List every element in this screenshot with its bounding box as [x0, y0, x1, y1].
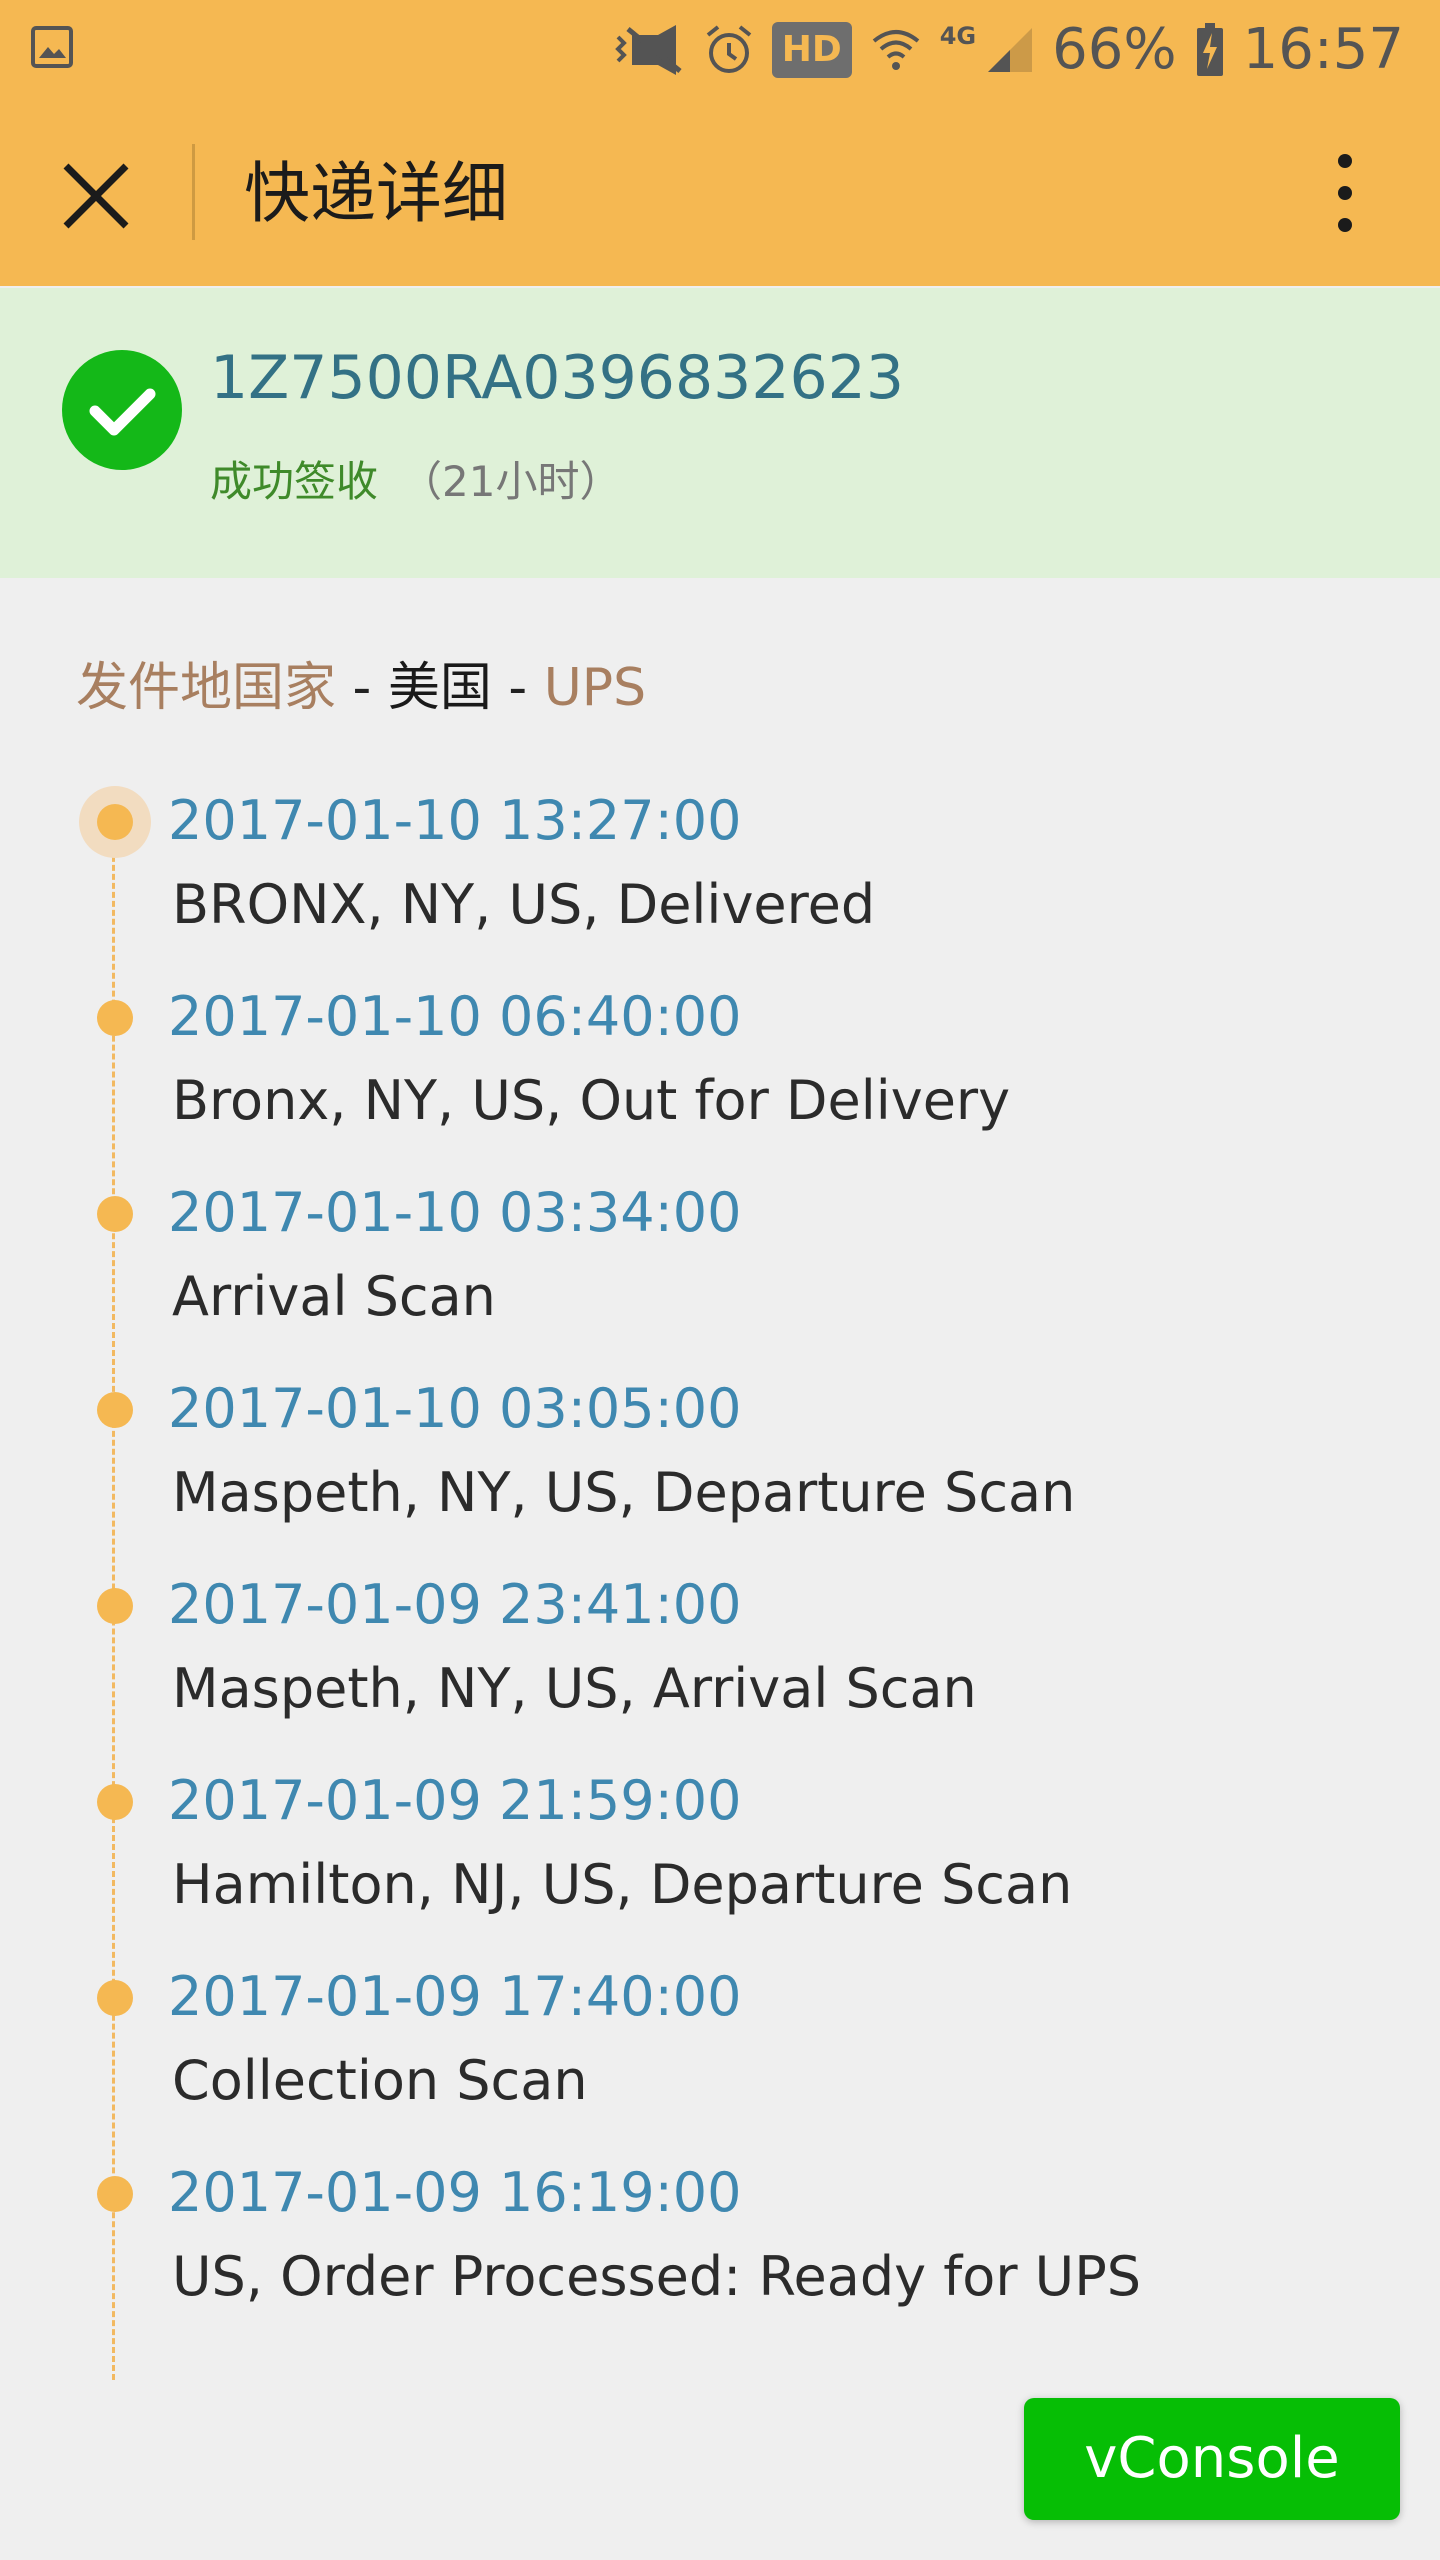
signal-icon — [988, 28, 1033, 72]
timeline-event: 2017-01-09 16:19:00 US, Order Processed:… — [0, 2152, 1440, 2348]
vibrate-icon — [614, 25, 682, 75]
event-time: 2017-01-10 03:34:00 — [168, 1181, 742, 1244]
event-description: Bronx, NY, US, Out for Delivery — [172, 1069, 1011, 1132]
event-time: 2017-01-09 21:59:00 — [168, 1769, 742, 1832]
event-description: US, Order Processed: Ready for UPS — [172, 2245, 1142, 2308]
page-title: 快递详细 — [244, 155, 508, 232]
timeline-dot — [97, 1196, 133, 1232]
timeline-dot — [97, 1980, 133, 2016]
origin-separator: - — [491, 658, 544, 718]
clock: 16:57 — [1242, 17, 1404, 82]
check-circle-icon — [62, 350, 182, 470]
app-header: HD 4G 66% 16:57 快递详细 — [0, 0, 1440, 286]
origin-label: 发件地国家 — [76, 658, 337, 718]
battery-charging-icon — [1196, 23, 1223, 76]
wifi-icon — [872, 30, 920, 70]
event-time: 2017-01-10 06:40:00 — [168, 985, 742, 1048]
timeline-event: 2017-01-09 21:59:00 Hamilton, NJ, US, De… — [0, 1760, 1440, 1956]
battery-percent: 66% — [1052, 17, 1177, 82]
delivery-duration: （21小时） — [400, 457, 622, 506]
delivery-status-banner: 1Z7500RA0396832623 成功签收 （21小时） — [0, 288, 1440, 578]
delivery-status: 成功签收 （21小时） — [210, 454, 621, 510]
timeline-dot — [97, 1392, 133, 1428]
timeline-dot — [97, 2176, 133, 2212]
event-time: 2017-01-09 23:41:00 — [168, 1573, 742, 1636]
timeline-dot-current — [97, 804, 133, 840]
nav-divider — [192, 144, 195, 240]
timeline-event: 2017-01-10 03:34:00 Arrival Scan — [0, 1172, 1440, 1368]
event-description: BRONX, NY, US, Delivered — [172, 873, 876, 936]
timeline-event: 2017-01-09 23:41:00 Maspeth, NY, US, Arr… — [0, 1564, 1440, 1760]
event-time: 2017-01-09 16:19:00 — [168, 2161, 742, 2224]
timeline-dot — [97, 1000, 133, 1036]
close-icon[interactable] — [58, 158, 134, 234]
event-description: Maspeth, NY, US, Arrival Scan — [172, 1657, 977, 1720]
timeline-dot — [97, 1784, 133, 1820]
event-description: Hamilton, NJ, US, Departure Scan — [172, 1853, 1073, 1916]
timeline-event: 2017-01-10 13:27:00 BRONX, NY, US, Deliv… — [0, 780, 1440, 976]
status-text: 成功签收 — [210, 457, 379, 506]
timeline-event: 2017-01-10 06:40:00 Bronx, NY, US, Out f… — [0, 976, 1440, 1172]
image-icon — [31, 26, 73, 68]
hd-badge: HD — [771, 22, 852, 78]
origin-country: 美国 — [387, 658, 492, 718]
tracking-timeline: 2017-01-10 13:27:00 BRONX, NY, US, Deliv… — [0, 780, 1440, 2380]
event-description: Maspeth, NY, US, Departure Scan — [172, 1461, 1076, 1524]
vconsole-button[interactable]: vConsole — [1024, 2398, 1400, 2520]
origin-separator: - — [336, 658, 388, 718]
timeline-dot — [97, 1588, 133, 1624]
tracking-number: 1Z7500RA0396832623 — [210, 343, 905, 413]
origin-info: 发件地国家 - 美国 - UPS — [76, 652, 646, 724]
alarm-icon — [706, 25, 751, 73]
timeline-event: 2017-01-10 03:05:00 Maspeth, NY, US, Dep… — [0, 1368, 1440, 1564]
nav-bar: 快递详细 — [0, 100, 1440, 286]
event-description: Collection Scan — [172, 2049, 588, 2112]
timeline-event: 2017-01-09 17:40:00 Collection Scan — [0, 1956, 1440, 2152]
carrier-name: UPS — [543, 658, 647, 718]
more-vertical-icon[interactable] — [1320, 152, 1370, 234]
event-time: 2017-01-10 03:05:00 — [168, 1377, 742, 1440]
network-type-label: 4G — [939, 22, 977, 50]
status-bar: HD 4G 66% 16:57 — [0, 0, 1440, 100]
event-description: Arrival Scan — [172, 1265, 496, 1328]
event-time: 2017-01-09 17:40:00 — [168, 1965, 742, 2028]
event-time: 2017-01-10 13:27:00 — [168, 789, 742, 852]
